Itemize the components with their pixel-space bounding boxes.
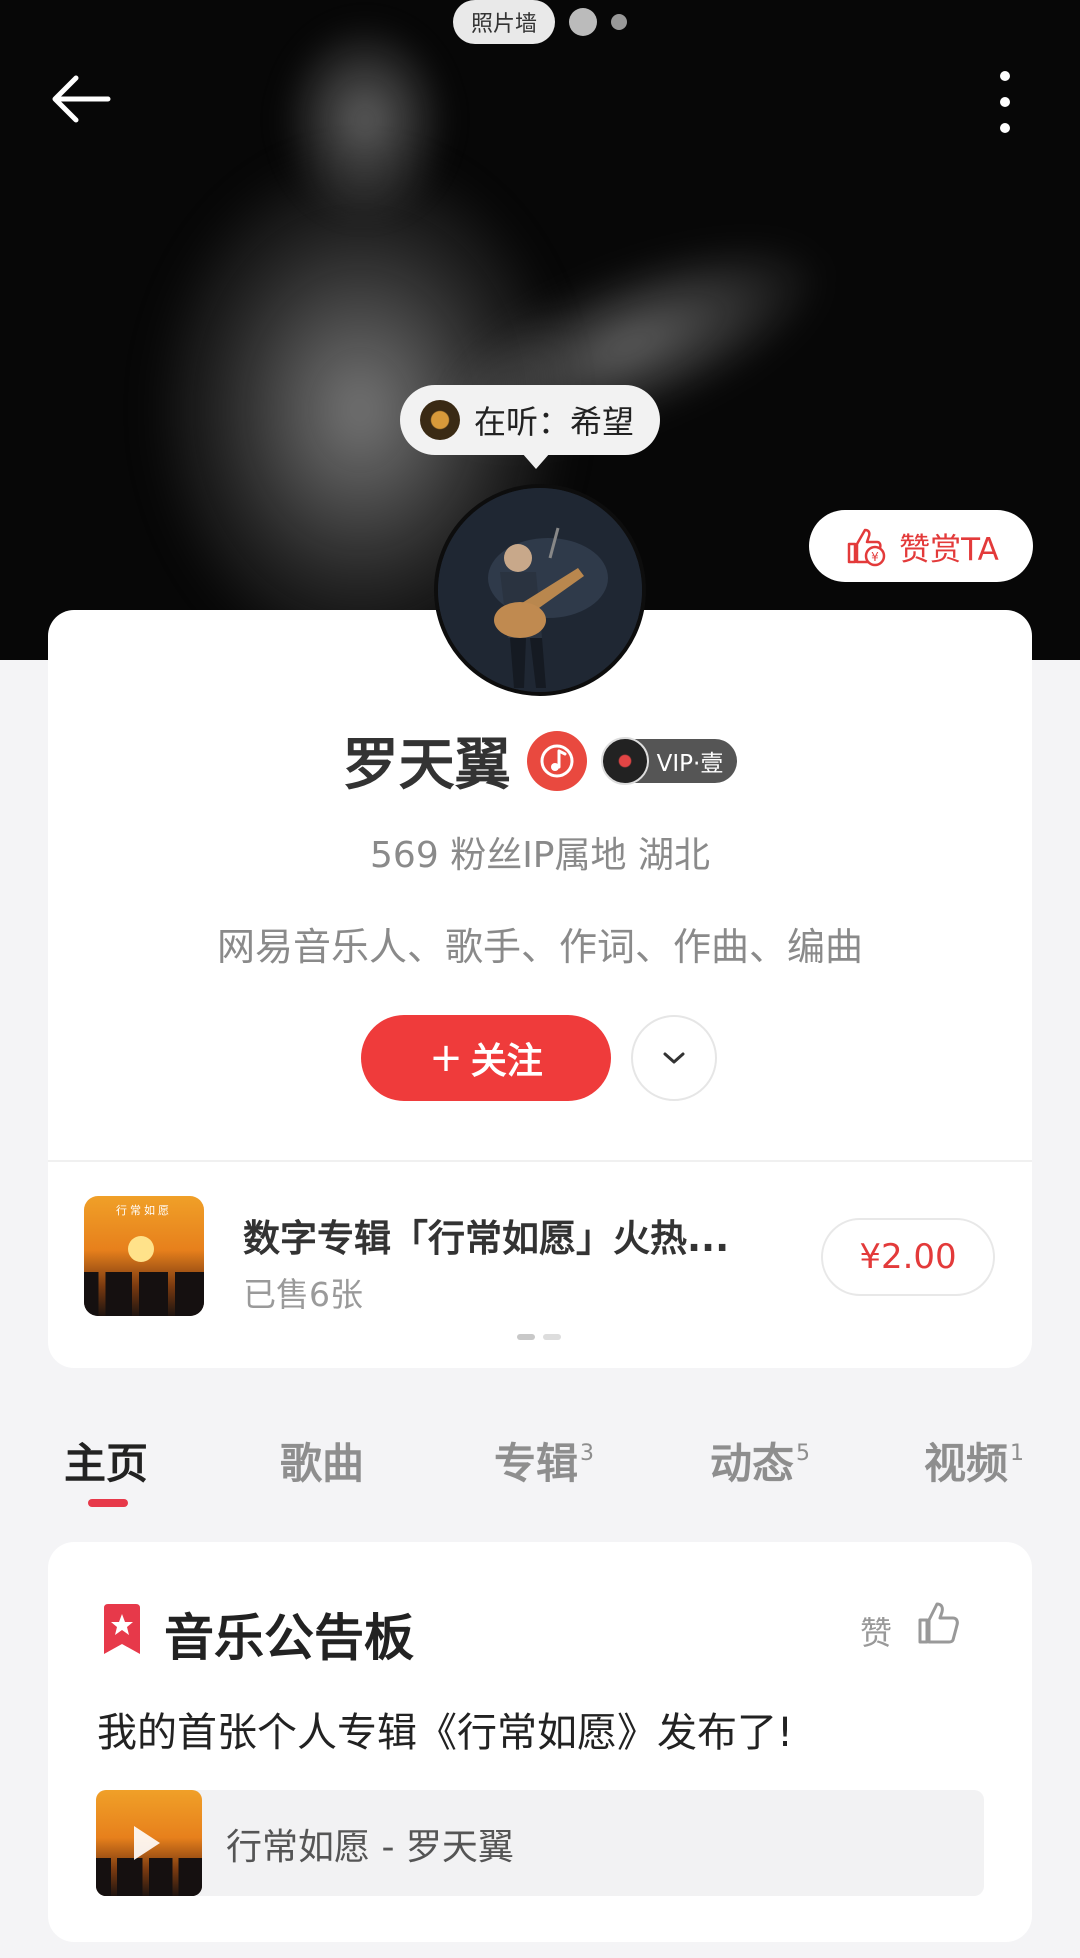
now-listening-text: 在听：希望 [474, 403, 635, 441]
now-listening-bubble[interactable]: 在听：希望 [400, 385, 661, 469]
tab-songs[interactable]: 歌曲 [280, 1430, 364, 1491]
tab-home[interactable]: 主页 [64, 1430, 148, 1491]
divider [48, 1160, 1032, 1162]
tab-label: 专辑 [494, 1439, 579, 1488]
like-label[interactable]: 赞 [860, 1608, 892, 1654]
tab-count: 3 [580, 1441, 595, 1466]
artist-name: 罗天翼 [342, 733, 511, 798]
expand-recommend-button[interactable] [631, 1015, 717, 1101]
tab-label: 歌曲 [280, 1439, 365, 1488]
promo-title[interactable]: 数字专辑「行常如愿」火热... [243, 1208, 788, 1262]
fans-and-location[interactable]: 569 粉丝IP属地 湖北 [0, 826, 1080, 878]
musician-badge-icon[interactable] [526, 730, 587, 791]
photo-wall-pager: 照片墙 [0, 0, 1080, 44]
photo-wall-chip[interactable]: 照片墙 [452, 0, 555, 44]
album-cover-sun [128, 1236, 154, 1262]
carousel-dot [543, 1334, 561, 1340]
tab-moments[interactable]: 动态5 [710, 1430, 810, 1491]
artist-bio: 网易音乐人、歌手、作词、作曲、编曲 [216, 925, 863, 969]
chevron-down-icon [663, 1052, 685, 1064]
avatar[interactable] [434, 484, 646, 696]
tab-count: 5 [796, 1441, 811, 1466]
svg-text:¥: ¥ [871, 550, 879, 564]
vip-label: VIP·壹 [656, 750, 724, 777]
thumbs-up-icon[interactable] [916, 1600, 962, 1646]
song-title[interactable]: 行常如愿 - 罗天翼 [226, 1818, 514, 1870]
pager-dot-active [569, 8, 597, 36]
song-cover-skyline [96, 1858, 202, 1896]
pager-dot [611, 14, 627, 30]
vip-badge[interactable]: VIP·壹 [600, 736, 738, 785]
active-tab-indicator [88, 1499, 128, 1507]
play-icon[interactable] [134, 1826, 160, 1860]
song-cover[interactable] [96, 1790, 202, 1896]
follow-button-label: 关注 [470, 1041, 543, 1082]
tab-videos[interactable]: 视频1 [924, 1430, 1024, 1491]
follow-button[interactable]: + 关注 [361, 1015, 611, 1101]
tab-count: 1 [1010, 1441, 1025, 1466]
vip-disc-icon [600, 736, 649, 785]
thumbs-up-yen-icon: ¥ [847, 528, 886, 567]
avatar-image [438, 488, 642, 692]
tab-label: 动态 [710, 1439, 795, 1488]
album-cover-title: 行常如愿 [116, 1204, 172, 1217]
tip-button[interactable]: ¥ 赞赏TA [809, 510, 1033, 582]
album-cover-skyline [84, 1272, 204, 1316]
board-message: 我的首张个人专辑《行常如愿》发布了! [97, 1710, 794, 1756]
more-options-icon[interactable] [985, 62, 1025, 142]
tip-button-label: 赞赏TA [899, 531, 999, 568]
promo-sold-count: 已售6张 [243, 1275, 363, 1314]
name-row: 罗天翼 VIP·壹 [0, 720, 1080, 801]
cover-photo-blur-head [280, 20, 450, 220]
carousel-dot-active [517, 1334, 535, 1340]
tab-label: 视频 [924, 1439, 1009, 1488]
back-arrow-icon[interactable] [46, 64, 116, 134]
album-cover[interactable]: 行常如愿 [84, 1196, 204, 1316]
tab-label: 主页 [64, 1439, 149, 1488]
plus-icon: + [429, 1035, 463, 1081]
promo-carousel-dots [517, 1334, 561, 1340]
buy-price-button[interactable]: ¥2.00 [821, 1218, 995, 1296]
tab-albums[interactable]: 专辑3 [494, 1430, 594, 1491]
profile-tabs: 主页 歌曲 专辑3 动态5 视频1 [0, 1430, 1080, 1510]
vinyl-disc-icon [420, 400, 460, 440]
board-title: 音乐公告板 [164, 1609, 414, 1667]
bookmark-star-icon [104, 1604, 140, 1654]
